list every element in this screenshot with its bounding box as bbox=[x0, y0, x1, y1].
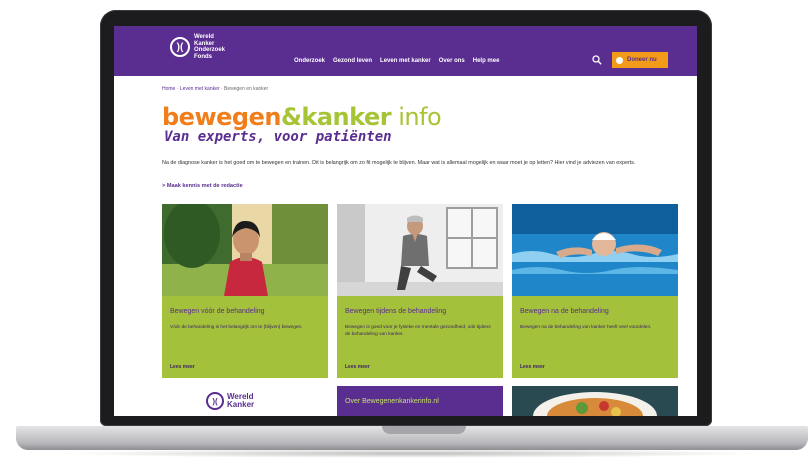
browser-screen: )( Wereld Kanker Onderzoek Fonds Onderzo… bbox=[114, 26, 697, 416]
brand-title: bewegen&kanker info bbox=[162, 103, 442, 131]
laptop-base bbox=[16, 426, 808, 450]
site-header: )( Wereld Kanker Onderzoek Fonds Onderzo… bbox=[114, 26, 697, 76]
card-description: Bewegen is goed voor je fysieke en menta… bbox=[345, 325, 491, 337]
card-image bbox=[162, 204, 328, 296]
donate-icon bbox=[616, 56, 623, 64]
search-icon[interactable] bbox=[592, 55, 602, 65]
editorial-link[interactable]: > Maak kennis met de redactie bbox=[162, 183, 243, 189]
swimmer-image bbox=[512, 204, 678, 296]
card-title: Bewegen tijdens de behandeling bbox=[345, 308, 447, 315]
logo-emblem-icon: )( bbox=[206, 392, 224, 410]
food-bowl-image bbox=[512, 386, 678, 416]
nav-item-gezond-leven[interactable]: Gezond leven bbox=[333, 58, 372, 64]
logo-text: Wereld Kanker Onderzoek Fonds bbox=[194, 34, 226, 60]
nav-item-over-ons[interactable]: Over ons bbox=[439, 58, 465, 64]
nav-item-help-mee[interactable]: Help mee bbox=[473, 58, 500, 64]
brand-part-kanker: &kanker bbox=[280, 103, 392, 131]
about-tile[interactable]: Over Bewegenenkankerinfo.nl bbox=[337, 386, 503, 416]
card-title: Bewegen vóór de behandeling bbox=[170, 308, 265, 315]
card-title: Bewegen na de behandeling bbox=[520, 308, 609, 315]
read-more-link[interactable]: Lees meer bbox=[170, 364, 195, 370]
breadcrumb: Home · Leven met kanker · Bewegen en kan… bbox=[162, 86, 268, 92]
donate-button[interactable]: Doneer nu bbox=[612, 52, 668, 68]
brand-part-info: info bbox=[391, 103, 442, 131]
logo-emblem-icon: )( bbox=[170, 37, 190, 57]
breadcrumb-leven-met-kanker[interactable]: Leven met kanker bbox=[180, 86, 220, 92]
card-image bbox=[512, 204, 678, 296]
site-logo[interactable]: )( Wereld Kanker Onderzoek Fonds bbox=[170, 34, 225, 60]
nav-item-onderzoek[interactable]: Onderzoek bbox=[294, 58, 325, 64]
man-doing-yoga-image bbox=[337, 204, 503, 296]
about-title: Over Bewegenenkankerinfo.nl bbox=[345, 398, 439, 405]
card-image bbox=[337, 204, 503, 296]
bottom-logo-tile: )( Wereld Kanker bbox=[162, 386, 328, 416]
woman-in-park-image bbox=[162, 204, 328, 296]
card-description: Bewegen na de behandeling van kanker hee… bbox=[520, 325, 652, 330]
nav-item-leven-met-kanker[interactable]: Leven met kanker bbox=[380, 58, 431, 64]
bottom-logo: )( Wereld Kanker bbox=[206, 392, 254, 410]
food-image-tile[interactable] bbox=[512, 386, 678, 416]
donate-label: Doneer nu bbox=[627, 57, 657, 63]
card-during-treatment[interactable]: Bewegen tijdens de behandeling Bewegen i… bbox=[337, 204, 503, 378]
main-nav: Onderzoek Gezond leven Leven met kanker … bbox=[294, 58, 499, 64]
breadcrumb-current: Bewegen en kanker bbox=[224, 86, 269, 92]
card-description: Vóór de behandeling is het belangrijk om… bbox=[170, 325, 303, 330]
brand-part-bewegen: bewegen bbox=[162, 103, 281, 131]
card-before-treatment[interactable]: Bewegen vóór de behandeling Vóór de beha… bbox=[162, 204, 328, 378]
breadcrumb-home[interactable]: Home bbox=[162, 86, 175, 92]
intro-text: Na de diagnose kanker is het goed om te … bbox=[162, 160, 636, 166]
laptop-notch bbox=[382, 426, 466, 434]
read-more-link[interactable]: Lees meer bbox=[520, 364, 545, 370]
card-after-treatment[interactable]: Bewegen na de behandeling Bewegen na de … bbox=[512, 204, 678, 378]
brand-subtitle: Van experts, voor patiënten bbox=[164, 129, 392, 145]
read-more-link[interactable]: Lees meer bbox=[345, 364, 370, 370]
laptop-shadow bbox=[60, 449, 760, 458]
